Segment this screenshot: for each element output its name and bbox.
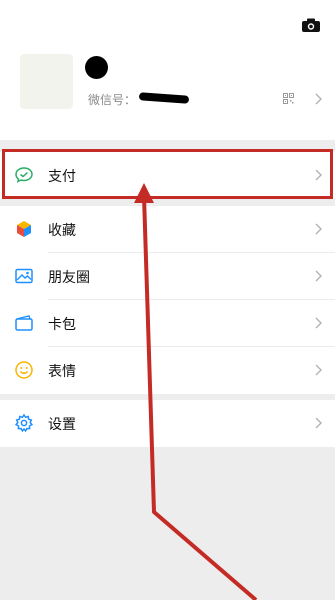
- qr-code-icon[interactable]: [283, 93, 294, 104]
- menu-item-moments-label: 朋友圈: [48, 270, 90, 286]
- profile-header[interactable]: 微信号：: [0, 0, 335, 140]
- menu-item-cards[interactable]: 卡包: [0, 300, 335, 347]
- chevron-right-icon: [315, 364, 322, 376]
- menu-item-moments[interactable]: 朋友圈: [0, 253, 335, 300]
- menu-item-pay-label: 支付: [48, 169, 76, 185]
- avatar[interactable]: [20, 54, 73, 109]
- menu-item-favorites-label: 收藏: [48, 223, 76, 239]
- nickname-redacted: [85, 56, 108, 79]
- chevron-right-icon: [315, 223, 322, 235]
- gear-icon: [14, 413, 34, 433]
- pay-group: 支付: [0, 152, 335, 199]
- menu-item-favorites[interactable]: 收藏: [0, 206, 335, 253]
- wechat-id-redacted: [138, 92, 190, 104]
- moments-picture-icon: [15, 268, 33, 284]
- menu-item-pay[interactable]: 支付: [0, 152, 335, 199]
- smiley-icon: [15, 361, 33, 379]
- menu-item-stickers[interactable]: 表情: [0, 347, 335, 394]
- chevron-right-icon: [315, 417, 322, 429]
- favorites-cube-icon: [17, 221, 31, 237]
- menu-item-settings-label: 设置: [48, 417, 76, 433]
- menu-item-cards-label: 卡包: [48, 317, 76, 333]
- card-wallet-icon: [15, 315, 33, 331]
- camera-icon[interactable]: [302, 18, 320, 32]
- chevron-right-icon: [315, 93, 322, 105]
- menu-item-settings[interactable]: 设置: [0, 400, 335, 447]
- wechat-id-label: 微信号：: [88, 93, 137, 107]
- chevron-right-icon: [315, 317, 322, 329]
- chevron-right-icon: [315, 270, 322, 282]
- chevron-right-icon: [315, 169, 322, 181]
- menu-item-stickers-label: 表情: [48, 364, 76, 380]
- wechat-pay-icon: [15, 167, 33, 183]
- settings-group: 设置: [0, 400, 335, 447]
- features-group: 收藏 朋友圈 卡包 表情: [0, 206, 335, 394]
